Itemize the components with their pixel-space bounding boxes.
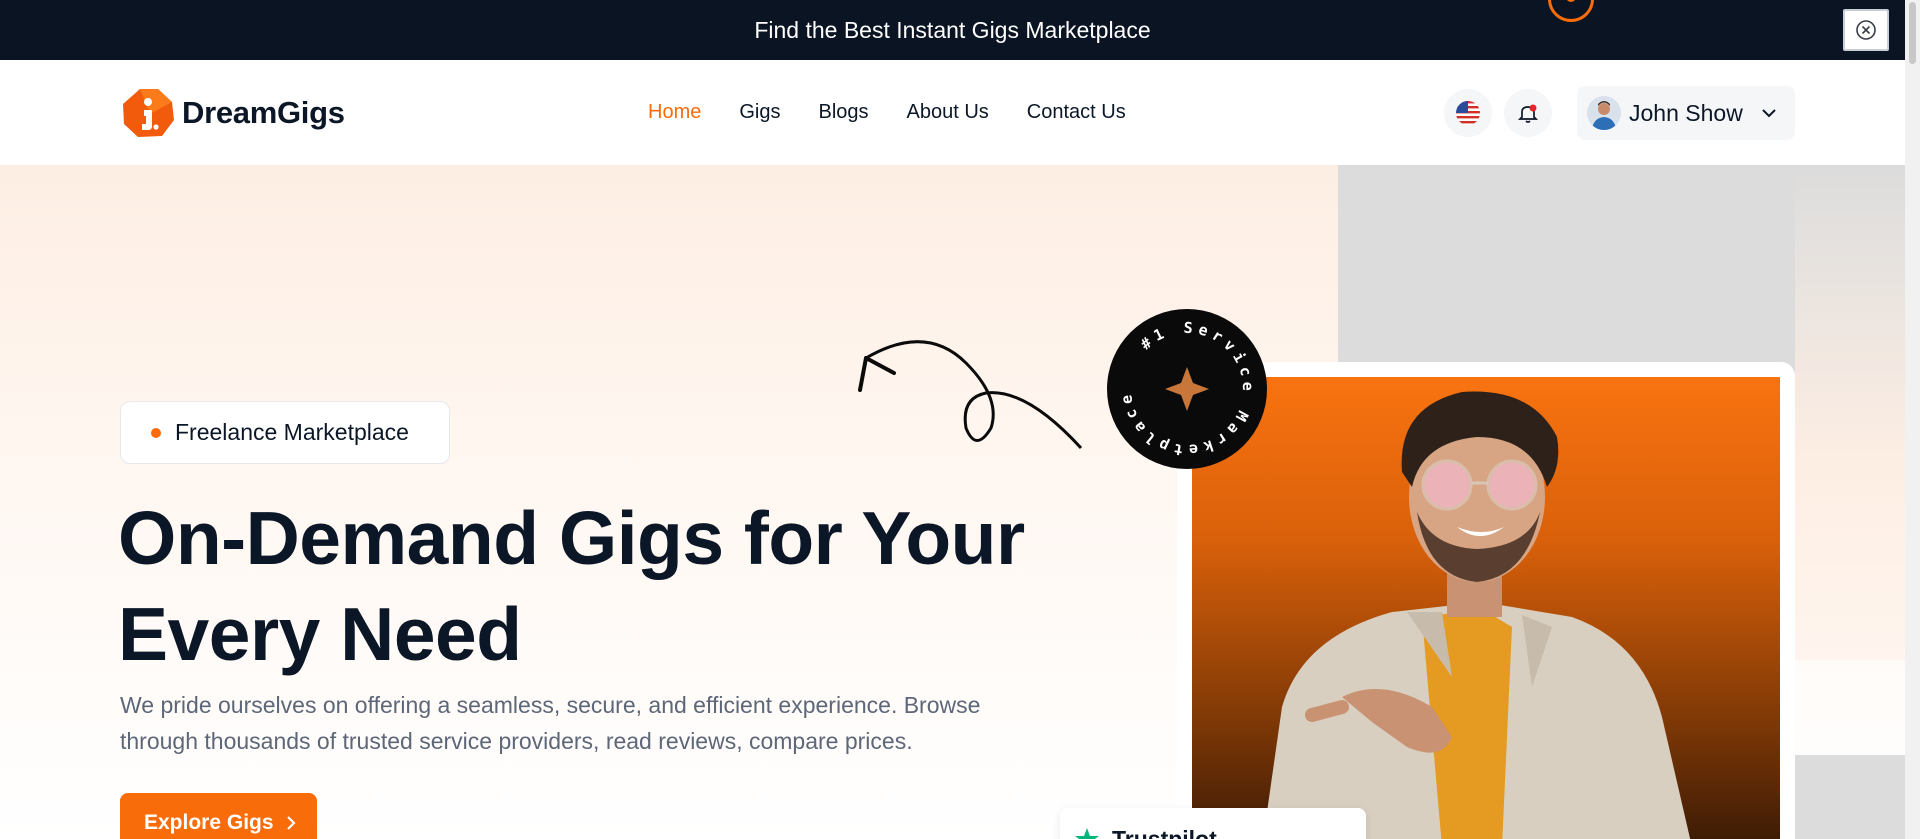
- us-flag-icon: [1456, 101, 1480, 125]
- logo[interactable]: DreamGigs: [120, 86, 345, 140]
- chevron-right-icon: [286, 816, 296, 830]
- nav-item-about-us[interactable]: About Us: [907, 101, 989, 124]
- rotating-badge: #1 Service Marketplace: [1107, 309, 1267, 469]
- trustpilot-star-icon: [1075, 828, 1099, 839]
- hero-subtext: We pride ourselves on offering a seamles…: [120, 687, 1040, 759]
- headline-line-1: On-Demand Gigs for Your: [118, 496, 1025, 580]
- trustpilot-card: Trustpilot: [1060, 808, 1366, 839]
- announcement-text: Find the Best Instant Gigs Marketplace: [754, 17, 1151, 43]
- page-scrollbar[interactable]: [1905, 0, 1920, 839]
- explore-gigs-label: Explore Gigs: [144, 811, 274, 834]
- avatar: [1587, 96, 1621, 130]
- nav-item-blogs[interactable]: Blogs: [818, 101, 868, 124]
- hero-section: #1 Service Marketplace Freelance Marketp…: [0, 165, 1905, 839]
- hero-headline: On-Demand Gigs for Your Every Need: [118, 490, 1078, 682]
- user-menu[interactable]: John Show: [1577, 86, 1795, 140]
- user-name: John Show: [1629, 99, 1743, 126]
- bell-icon: [1517, 104, 1539, 123]
- hero-photo: [1192, 377, 1780, 839]
- chevron-down-icon: [1762, 109, 1776, 118]
- subtext-line-1: We pride ourselves on offering a seamles…: [120, 692, 981, 718]
- person-illustration: [1263, 391, 1691, 839]
- site-header: DreamGigs Home Gigs Blogs About Us Conta…: [0, 60, 1905, 165]
- hero-backdrop-right: [1795, 165, 1905, 660]
- headline-line-2: Every Need: [118, 592, 522, 676]
- scrollbar-thumb[interactable]: [1909, 2, 1916, 64]
- close-announcement-button[interactable]: [1843, 9, 1889, 51]
- announcement-bar: Find the Best Instant Gigs Marketplace: [0, 0, 1905, 60]
- nav-item-contact-us[interactable]: Contact Us: [1027, 101, 1126, 124]
- main-nav: Home Gigs Blogs About Us Contact Us: [648, 101, 1164, 124]
- explore-gigs-button[interactable]: Explore Gigs: [120, 793, 317, 839]
- logo-icon: [123, 89, 174, 137]
- nav-item-home[interactable]: Home: [648, 101, 701, 124]
- curved-arrow-icon: [858, 340, 1083, 450]
- language-button[interactable]: [1444, 89, 1492, 137]
- pill-label: Freelance Marketplace: [175, 419, 409, 445]
- notification-button[interactable]: [1504, 89, 1552, 137]
- star-icon: [1165, 367, 1209, 411]
- trustpilot-label: Trustpilot: [1112, 826, 1217, 839]
- subtext-line-2: through thousands of trusted service pro…: [120, 728, 913, 754]
- logo-text: DreamGigs: [182, 95, 345, 130]
- close-circle-icon: [1856, 20, 1876, 40]
- category-pill: Freelance Marketplace: [120, 401, 450, 464]
- hero-backdrop-lower: [1795, 755, 1905, 839]
- nav-item-gigs[interactable]: Gigs: [739, 101, 780, 124]
- pill-dot-icon: [151, 427, 161, 438]
